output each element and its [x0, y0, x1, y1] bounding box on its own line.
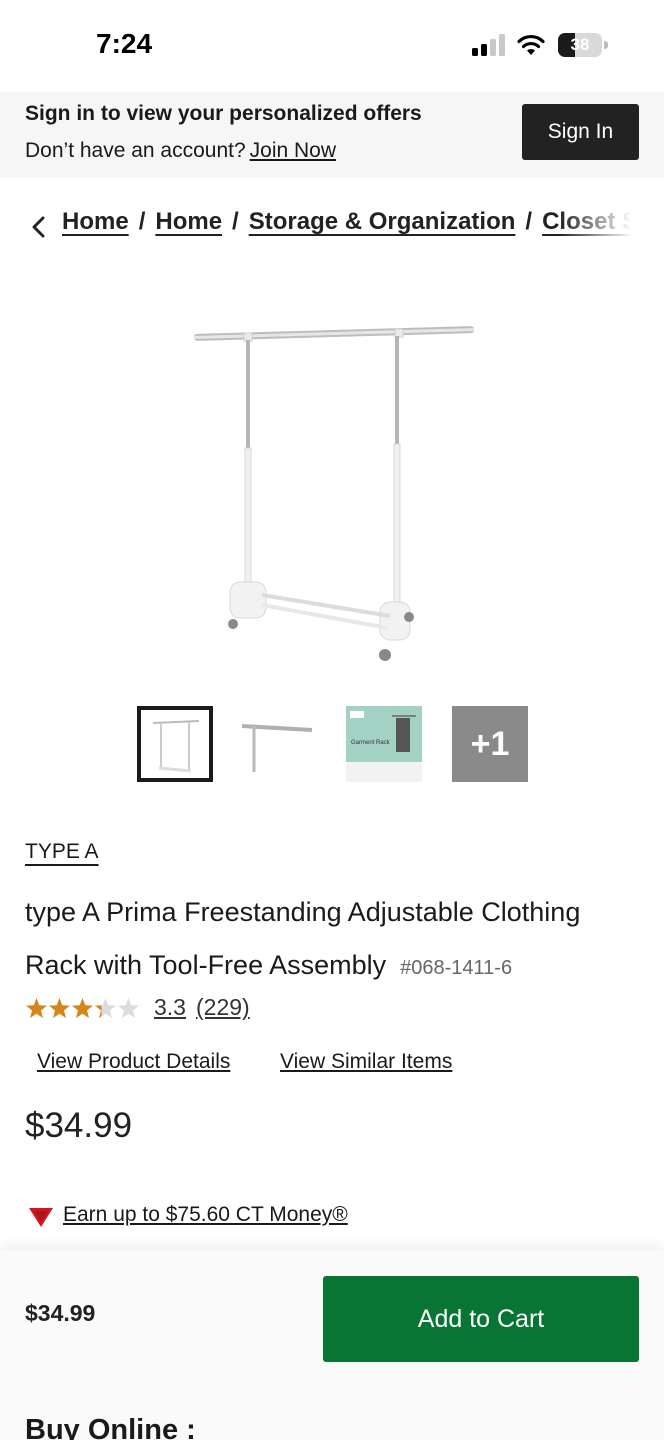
- star-icon: [49, 998, 70, 1018]
- signin-subtitle: Don’t have an account? Join Now: [25, 139, 336, 163]
- battery-icon: 38: [558, 33, 608, 57]
- view-product-details-link[interactable]: View Product Details: [37, 1050, 230, 1074]
- ct-money-icon: [29, 1208, 53, 1227]
- thumbnail-more[interactable]: +1: [452, 706, 528, 782]
- breadcrumb: Home/Home/Storage & Organization/Closet …: [0, 204, 640, 248]
- packaging-label: Garment Rack: [351, 740, 391, 746]
- wifi-icon: [517, 34, 545, 55]
- breadcrumb-item-home[interactable]: Home: [62, 208, 129, 235]
- star-icon: [118, 998, 139, 1018]
- ct-money-link[interactable]: Earn up to $75.60 CT Money®: [63, 1203, 348, 1227]
- thumbnail-packaging[interactable]: Garment Rack: [346, 706, 422, 782]
- signal-icon: [472, 34, 505, 56]
- breadcrumb-fade: [560, 204, 640, 248]
- breadcrumb-separator: /: [138, 208, 146, 235]
- breadcrumb-separator: /: [525, 208, 533, 235]
- status-bar: 7:24 38: [0, 0, 664, 92]
- rack-bar-thumbnail-icon: [241, 724, 313, 772]
- breadcrumb-item-storage[interactable]: Storage & Organization: [249, 208, 516, 235]
- product-sku: #068-1411-6: [400, 957, 513, 979]
- sign-in-button[interactable]: Sign In: [522, 104, 639, 160]
- breadcrumb-item-home-2[interactable]: Home: [155, 208, 222, 235]
- signin-title: Sign in to view your personalized offers: [25, 102, 422, 125]
- status-time: 7:24: [96, 28, 153, 59]
- thumbnail-bar-detail[interactable]: [240, 706, 316, 782]
- buy-online-heading: Buy Online :: [25, 1414, 196, 1440]
- breadcrumb-separator: /: [232, 208, 239, 235]
- review-count-link[interactable]: (229): [196, 994, 250, 1021]
- packaging-thumbnail-icon: Garment Rack: [346, 706, 422, 782]
- star-icon: [95, 998, 116, 1018]
- rating-stars[interactable]: [25, 994, 141, 1022]
- product-image[interactable]: [170, 310, 490, 680]
- view-similar-items-link[interactable]: View Similar Items: [280, 1050, 452, 1074]
- more-images-count: +1: [470, 725, 510, 763]
- product-price: $34.99: [25, 1106, 133, 1145]
- brand-link[interactable]: TYPE A: [25, 840, 99, 864]
- join-now-link[interactable]: Join Now: [250, 139, 336, 162]
- thumbnail-main[interactable]: [137, 706, 213, 782]
- chevron-left-icon[interactable]: [30, 216, 48, 238]
- product-title: type A Prima Freestanding Adjustable Clo…: [25, 886, 635, 995]
- rating-value[interactable]: 3.3: [154, 994, 186, 1021]
- bottom-price: $34.99: [25, 1300, 96, 1326]
- signin-banner: Sign in to view your personalized offers…: [0, 92, 664, 178]
- sticky-add-to-cart-bar: $34.99 Add to Cart Buy Online :: [0, 1250, 664, 1440]
- star-icon: [26, 998, 47, 1018]
- breadcrumb-trail: Home/Home/Storage & Organization/Closet …: [62, 208, 640, 236]
- star-icon: [72, 998, 93, 1018]
- rack-thumbnail-icon: [152, 720, 200, 773]
- battery-level: 38: [570, 35, 590, 54]
- add-to-cart-button[interactable]: Add to Cart: [323, 1276, 639, 1362]
- signin-subtitle-text: Don’t have an account?: [25, 139, 246, 162]
